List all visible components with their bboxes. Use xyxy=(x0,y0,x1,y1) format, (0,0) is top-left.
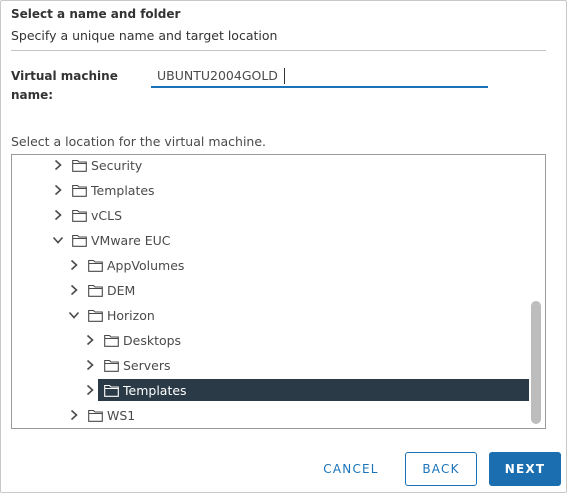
folder-icon xyxy=(88,284,103,297)
tree-node-templates[interactable]: Templates xyxy=(52,179,155,201)
folder-icon xyxy=(104,334,119,347)
vm-name-label: Virtual machine name: xyxy=(11,69,118,102)
chevron-right-icon[interactable] xyxy=(84,334,96,346)
chevron-right-icon[interactable] xyxy=(52,209,64,221)
chevron-right-icon[interactable] xyxy=(52,184,64,196)
tree-node-desktops[interactable]: Desktops xyxy=(84,329,181,351)
tree-node-vcls[interactable]: vCLS xyxy=(52,204,122,226)
wizard-panel: Select a name and folder Specify a uniqu… xyxy=(0,0,567,493)
cancel-button[interactable]: CANCEL xyxy=(310,452,392,486)
tree-node-dem[interactable]: DEM xyxy=(68,279,135,301)
vm-name-input[interactable] xyxy=(151,64,488,88)
folder-icon xyxy=(72,234,87,247)
tree-node-label: Templates xyxy=(123,382,187,398)
tree-node-appvolumes[interactable]: AppVolumes xyxy=(68,254,184,276)
tree-node-label: Security xyxy=(91,157,143,173)
chevron-right-icon[interactable] xyxy=(68,284,80,296)
step-subtitle: Specify a unique name and target locatio… xyxy=(11,28,278,43)
tree-node-templates-expander[interactable] xyxy=(84,379,96,401)
chevron-right-icon[interactable] xyxy=(68,409,80,421)
tree-node-label: Servers xyxy=(123,357,171,373)
tree-node-label: Templates xyxy=(91,182,155,198)
folder-icon xyxy=(104,384,119,397)
folder-icon xyxy=(88,259,103,272)
tree-node-label: AppVolumes xyxy=(107,257,185,273)
step-title: Select a name and folder xyxy=(11,7,181,21)
chevron-right-icon[interactable] xyxy=(84,359,96,371)
tree-node-label: DEM xyxy=(107,282,136,298)
folder-icon xyxy=(72,159,87,172)
tree-node-label: VMware EUC xyxy=(91,232,171,248)
tree-scrollbar[interactable] xyxy=(531,301,541,424)
back-button[interactable]: BACK xyxy=(405,452,477,486)
tree-node-templates-selected[interactable]: Templates xyxy=(98,379,529,401)
chevron-down-icon[interactable] xyxy=(68,309,80,321)
tree-node-security[interactable]: Security xyxy=(52,155,143,176)
chevron-down-icon[interactable] xyxy=(52,234,64,246)
folder-icon xyxy=(88,409,103,422)
tree-node-ws1[interactable]: WS1 xyxy=(68,404,135,426)
chevron-right-icon[interactable] xyxy=(52,159,64,171)
folder-icon xyxy=(88,309,103,322)
tree-node-servers[interactable]: Servers xyxy=(84,354,171,376)
tree-node-label: Horizon xyxy=(107,307,155,323)
tree-node-label: Desktops xyxy=(123,332,182,348)
tree-node-horizon[interactable]: Horizon xyxy=(68,304,155,326)
folder-icon xyxy=(104,359,119,372)
next-button[interactable]: NEXT xyxy=(489,452,561,486)
divider xyxy=(11,50,546,51)
folder-icon xyxy=(72,209,87,222)
tree-node-label: vCLS xyxy=(91,207,123,223)
text-caret xyxy=(284,68,285,84)
location-label: Select a location for the virtual machin… xyxy=(11,134,267,149)
chevron-right-icon[interactable] xyxy=(68,259,80,271)
folder-icon xyxy=(72,184,87,197)
folder-tree[interactable]: Security Templates vCLS VMware EUC AppVo… xyxy=(11,154,546,429)
tree-node-vmware-euc[interactable]: VMware EUC xyxy=(52,229,171,251)
chevron-right-icon[interactable] xyxy=(84,384,96,396)
tree-node-label: WS1 xyxy=(107,407,136,423)
